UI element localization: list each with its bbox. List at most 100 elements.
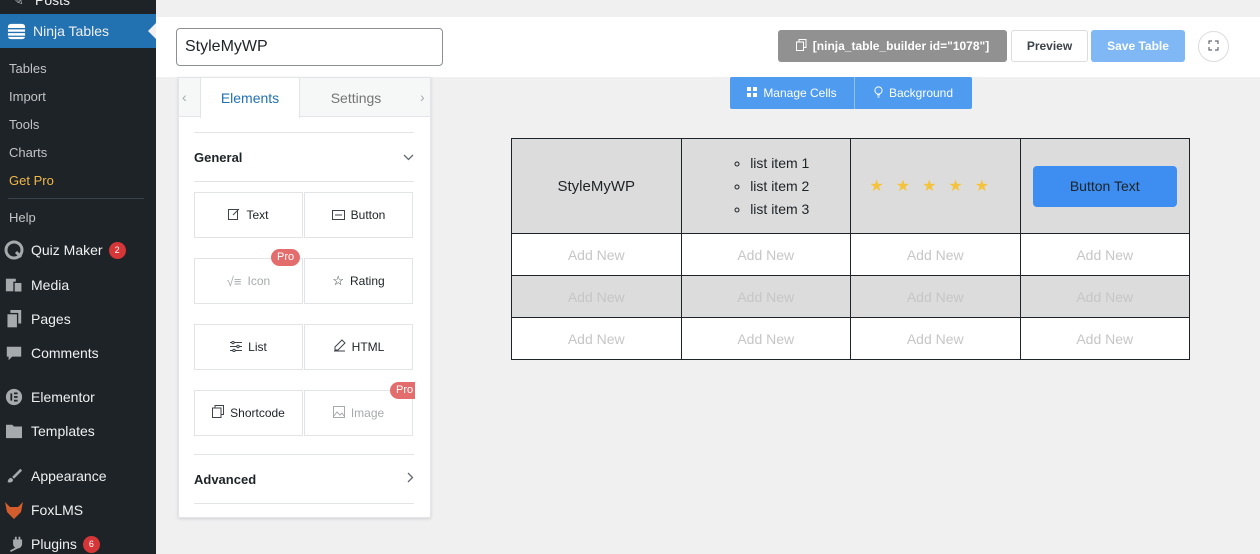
chevron-right-icon[interactable]: › — [420, 89, 425, 105]
shortcode-copy-button[interactable]: [ninja_table_builder id="1078"] — [778, 30, 1007, 62]
section-title: Advanced — [194, 471, 257, 487]
sidebar-item-posts[interactable]: ✎ Posts — [0, 0, 156, 12]
table-row: Add New Add New Add New Add New — [511, 317, 1190, 360]
star-icon: ★ — [948, 178, 975, 195]
sidebar-item-elementor[interactable]: Elementor — [0, 382, 156, 412]
table-cell[interactable]: ★★★★★ — [850, 138, 1021, 234]
expand-icon — [1208, 39, 1219, 54]
preview-button[interactable]: Preview — [1011, 30, 1088, 62]
element-text[interactable]: Text — [194, 192, 303, 238]
sidebar-item-label: Appearance — [31, 468, 107, 484]
element-list[interactable]: List — [194, 324, 303, 370]
shortcode-icon — [212, 405, 225, 421]
advanced-section-toggle[interactable]: Advanced — [194, 454, 414, 504]
admin-sidebar: ✎ Posts Ninja Tables Tables Import Tools… — [0, 0, 156, 554]
submenu-charts[interactable]: Charts — [0, 138, 156, 166]
sidebar-item-media[interactable]: Media — [0, 270, 156, 300]
sidebar-item-label: Plugins — [31, 536, 77, 552]
element-label: Text — [246, 208, 269, 222]
panel-tabs: ‹ Elements Settings › — [179, 78, 430, 118]
html-icon — [333, 339, 346, 355]
tab-elements[interactable]: Elements — [200, 78, 300, 118]
add-new-cell[interactable]: Add New — [680, 233, 851, 276]
builder-header: [ninja_table_builder id="1078"] Preview … — [156, 17, 1260, 77]
add-new-cell[interactable]: Add New — [1019, 317, 1190, 360]
add-new-cell[interactable]: Add New — [511, 317, 682, 360]
element-label: Button — [350, 208, 386, 222]
add-new-cell[interactable]: Add New — [850, 233, 1021, 276]
list-item: list item 3 — [750, 198, 809, 221]
sidebar-item-templates[interactable]: Templates — [0, 416, 156, 446]
cell-button[interactable]: Button Text — [1032, 165, 1177, 207]
element-label: Rating — [349, 274, 385, 288]
toolbar-label: Manage Cells — [763, 86, 837, 100]
table-row: Add New Add New Add New Add New — [511, 233, 1190, 276]
sidebar-item-foxlms[interactable]: FoxLMS — [0, 495, 156, 525]
save-table-button[interactable]: Save Table — [1091, 30, 1185, 62]
plug-icon — [4, 534, 24, 554]
pro-badge: Pro — [271, 249, 301, 266]
add-new-cell[interactable]: Add New — [511, 233, 682, 276]
rating-stars: ★★★★★ — [869, 178, 1001, 195]
sidebar-item-quiz-maker[interactable]: Quiz Maker 2 — [0, 235, 156, 265]
add-new-cell[interactable]: Add New — [850, 275, 1021, 318]
sidebar-item-label: Posts — [35, 0, 71, 8]
chevron-left-icon[interactable]: ‹ — [182, 89, 187, 105]
submenu-tables[interactable]: Tables — [0, 54, 156, 82]
background-button[interactable]: Background — [855, 77, 972, 109]
icon-icon: √≡ — [226, 273, 242, 289]
table-cell[interactable]: StyleMyWP — [511, 138, 682, 234]
update-count-badge: 2 — [108, 241, 126, 259]
pages-icon — [4, 309, 24, 329]
add-new-cell[interactable]: Add New — [680, 275, 851, 318]
sidebar-item-ninja-tables[interactable]: Ninja Tables — [0, 14, 156, 48]
sidebar-item-label: Quiz Maker — [31, 242, 103, 258]
submenu-divider — [8, 198, 144, 199]
pin-icon: ✎ — [8, 0, 28, 10]
tab-settings[interactable]: Settings — [301, 78, 411, 117]
submenu-help[interactable]: Help — [0, 203, 156, 231]
add-new-cell[interactable]: Add New — [1019, 233, 1190, 276]
manage-cells-button[interactable]: Manage Cells — [730, 77, 855, 109]
fullscreen-button[interactable] — [1198, 31, 1229, 62]
comment-icon — [4, 343, 24, 363]
submenu-get-pro[interactable]: Get Pro — [0, 166, 156, 194]
sidebar-item-label: Ninja Tables — [33, 23, 110, 39]
general-section-toggle[interactable]: General — [194, 132, 414, 182]
sidebar-item-plugins[interactable]: Plugins 6 — [0, 529, 156, 554]
table-cell[interactable]: Button Text — [1019, 138, 1190, 234]
update-count-badge: 6 — [82, 535, 100, 553]
sidebar-item-label: FoxLMS — [31, 502, 84, 518]
element-rating[interactable]: ☆ Rating — [304, 258, 413, 304]
toolbar-label: Background — [888, 86, 954, 100]
element-html[interactable]: HTML — [304, 324, 413, 370]
element-label: HTML — [351, 340, 385, 354]
shortcode-text: [ninja_table_builder id="1078"] — [812, 39, 990, 53]
table-cell[interactable]: list item 1 list item 2 list item 3 — [680, 138, 851, 234]
add-new-cell[interactable]: Add New — [680, 317, 851, 360]
chevron-right-icon — [407, 472, 414, 486]
submenu-import[interactable]: Import — [0, 82, 156, 110]
add-new-cell[interactable]: Add New — [511, 275, 682, 318]
sidebar-item-label: Pages — [31, 311, 71, 327]
list-icon — [230, 340, 243, 355]
grid-icon — [747, 86, 758, 100]
brush-icon — [4, 466, 24, 486]
chevron-down-icon — [403, 150, 414, 164]
add-new-cell[interactable]: Add New — [850, 317, 1021, 360]
element-label: Icon — [247, 274, 271, 288]
star-icon: ☆ — [332, 273, 344, 288]
star-icon: ★ — [922, 178, 949, 195]
add-new-cell[interactable]: Add New — [1019, 275, 1190, 318]
element-shortcode[interactable]: Shortcode — [194, 390, 303, 436]
media-icon — [4, 275, 24, 295]
submenu-tools[interactable]: Tools — [0, 110, 156, 138]
table-builder-canvas: StyleMyWP list item 1 list item 2 list i… — [511, 138, 1190, 360]
sidebar-item-appearance[interactable]: Appearance — [0, 461, 156, 491]
element-button[interactable]: Button — [304, 192, 413, 238]
table-title-input[interactable] — [176, 28, 443, 66]
sidebar-item-comments[interactable]: Comments — [0, 338, 156, 368]
sidebar-item-pages[interactable]: Pages — [0, 304, 156, 334]
fox-icon — [4, 500, 24, 520]
copy-icon — [795, 38, 807, 54]
